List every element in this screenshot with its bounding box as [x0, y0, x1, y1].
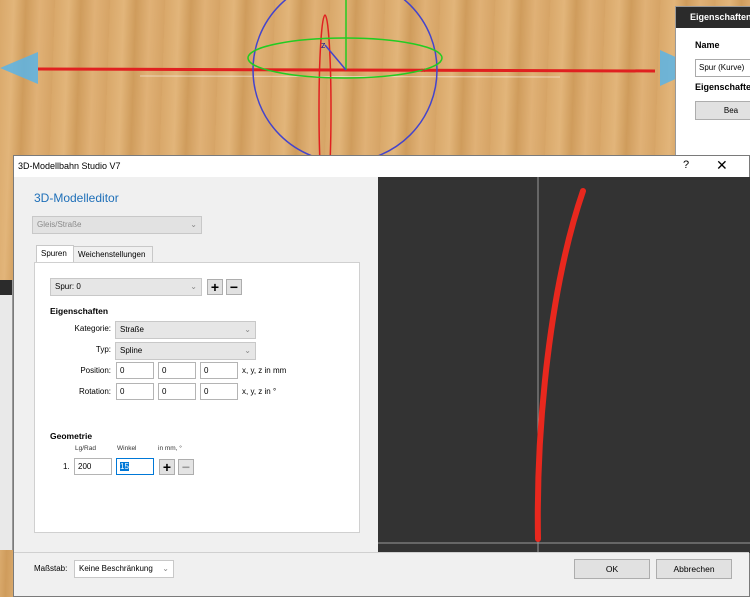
- properties-label: Eigenschaften: [695, 82, 750, 92]
- category-value: Straße: [120, 325, 145, 334]
- remove-segment-button[interactable]: −: [178, 459, 194, 475]
- editor-title: 3D-Modelleditor: [34, 191, 119, 205]
- scale-value: Keine Beschränkung: [79, 564, 153, 573]
- ok-button[interactable]: OK: [574, 559, 650, 579]
- position-label: Position:: [80, 366, 111, 375]
- angle-input-value: 15: [120, 462, 129, 471]
- scale-label: Maßstab:: [34, 564, 68, 573]
- model-editor-dialog: 3D-Modellbahn Studio V7 ? ✕ 3D-Modelledi…: [13, 155, 750, 597]
- add-track-button[interactable]: +: [207, 279, 223, 295]
- add-segment-button[interactable]: +: [159, 459, 175, 475]
- rotation-z-input[interactable]: 0: [200, 383, 238, 400]
- row-index: 1.: [63, 462, 70, 471]
- chevron-down-icon: ⌄: [244, 325, 251, 334]
- position-z-input[interactable]: 0: [200, 362, 238, 379]
- tab-spuren[interactable]: Spuren: [36, 245, 74, 262]
- 3d-viewport[interactable]: z ×: [0, 0, 750, 160]
- category-label: Kategorie:: [74, 324, 111, 333]
- preview-canvas: [378, 177, 750, 553]
- dialog-titlebar: 3D-Modellbahn Studio V7 ? ✕: [14, 156, 749, 177]
- type-label: Typ:: [95, 345, 111, 354]
- tab-weichenstellungen[interactable]: Weichenstellungen: [73, 246, 153, 262]
- cancel-button[interactable]: Abbrechen: [656, 559, 732, 579]
- chevron-down-icon: ⌄: [244, 346, 251, 355]
- name-field[interactable]: Spur (Kurve): [695, 59, 750, 77]
- close-button[interactable]: ✕: [716, 157, 728, 174]
- angle-column-header: Winkel: [117, 445, 137, 452]
- scale-select[interactable]: Keine Beschränkung ⌄: [74, 560, 174, 578]
- scroll-left-arrow-icon: [0, 52, 38, 84]
- position-y-input[interactable]: 0: [158, 362, 196, 379]
- scene-gizmo: z ×: [0, 0, 700, 160]
- left-panel-edge: [0, 280, 13, 550]
- properties-panel: Eigenschaften Name Spur (Kurve) Eigensch…: [675, 6, 750, 157]
- tracks-tab-panel: Spur: 0 ⌄ + − Eigenschaften Kategorie: S…: [34, 262, 360, 533]
- rotation-ring-blue: [252, 0, 438, 160]
- position-x-input[interactable]: 0: [116, 362, 154, 379]
- unit-column-header: in mm, °: [158, 445, 182, 452]
- rotation-x-input[interactable]: 0: [116, 383, 154, 400]
- length-input[interactable]: 200: [74, 458, 112, 475]
- chevron-down-icon: ⌄: [190, 220, 197, 229]
- category-select[interactable]: Straße ⌄: [115, 321, 256, 339]
- rotation-ring-green: [247, 37, 443, 79]
- dialog-title: 3D-Modellbahn Studio V7: [18, 161, 121, 171]
- track-curve: [534, 188, 586, 542]
- track-select[interactable]: Spur: 0 ⌄: [50, 278, 202, 296]
- properties-heading: Eigenschaften: [50, 306, 109, 316]
- preview-viewport[interactable]: [378, 177, 750, 553]
- track-select-value: Spur: 0: [55, 282, 81, 291]
- geometry-heading: Geometrie: [50, 431, 93, 441]
- length-column-header: Lg/Rad: [75, 445, 96, 452]
- angle-input[interactable]: 15: [116, 458, 154, 475]
- origin-marker: ×: [421, 66, 426, 75]
- chevron-down-icon: ⌄: [190, 282, 197, 291]
- type-value: Spline: [120, 346, 143, 355]
- type-select[interactable]: Spline ⌄: [115, 342, 256, 360]
- chevron-down-icon: ⌄: [162, 564, 169, 573]
- properties-panel-header: Eigenschaften: [676, 7, 750, 28]
- object-type-value: Gleis/Straße: [37, 220, 82, 229]
- remove-track-button[interactable]: −: [226, 279, 242, 295]
- rotation-y-input[interactable]: 0: [158, 383, 196, 400]
- rotation-unit: x, y, z in °: [242, 387, 277, 396]
- position-unit: x, y, z in mm: [242, 366, 287, 375]
- z-axis-label: z: [321, 40, 326, 50]
- edit-button[interactable]: Bea: [695, 101, 750, 120]
- object-type-combo: Gleis/Straße ⌄: [32, 216, 202, 234]
- help-button[interactable]: ?: [683, 159, 689, 171]
- rotation-ring-red: [318, 14, 332, 160]
- rotation-label: Rotation:: [78, 387, 111, 396]
- z-axis-line: [324, 44, 347, 71]
- name-label: Name: [695, 40, 720, 50]
